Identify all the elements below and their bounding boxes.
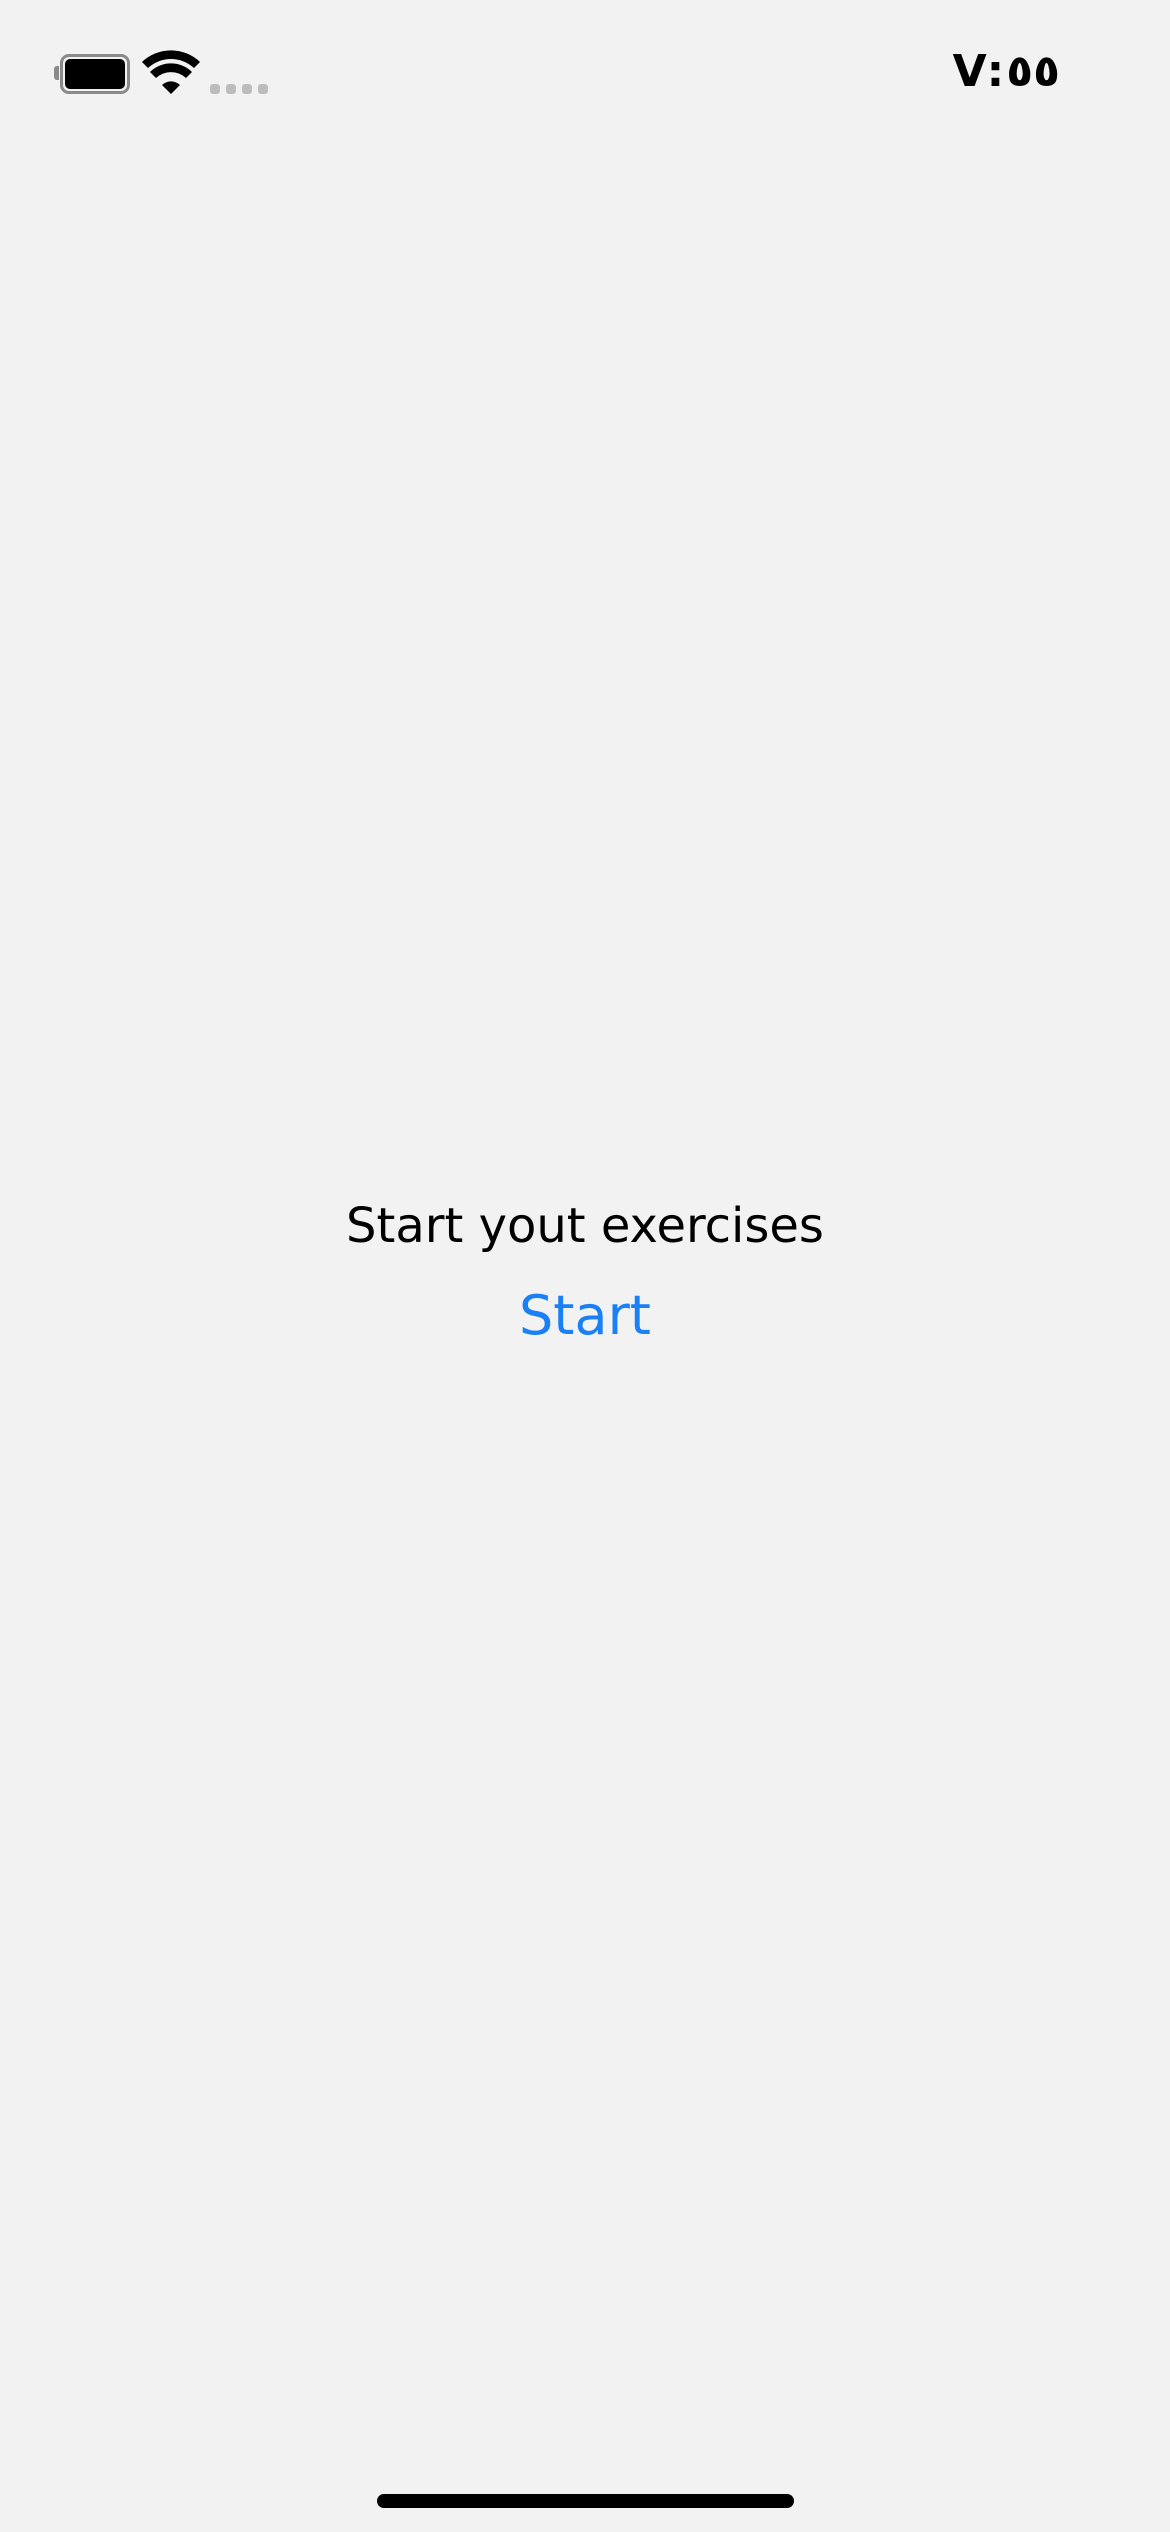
status-bar: V:٥٥: [0, 0, 1170, 150]
cellular-signal-icon: [210, 80, 270, 94]
exercise-prompt: Start yout exercises: [346, 1198, 824, 1254]
battery-icon: [54, 54, 130, 94]
home-indicator[interactable]: [377, 2494, 794, 2508]
start-button[interactable]: Start: [509, 1276, 661, 1356]
main-content: Start yout exercises Start: [0, 1190, 1170, 1356]
wifi-icon: [142, 50, 200, 94]
status-time: V:٥٥: [952, 46, 1060, 97]
